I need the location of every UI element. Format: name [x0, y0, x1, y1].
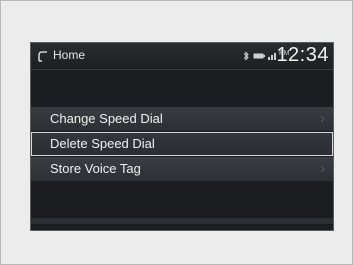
menu-item-label: Change Speed Dial — [50, 111, 163, 126]
phone-icon — [38, 51, 47, 62]
bottom-bar — [31, 218, 333, 224]
battery-icon — [253, 53, 265, 59]
bluetooth-icon — [243, 51, 249, 61]
menu-item-label: Delete Speed Dial — [50, 136, 155, 151]
chevron-right-icon — [320, 165, 325, 173]
header-title[interactable]: Home — [53, 48, 85, 62]
clock-time: 12:34 — [276, 44, 329, 66]
display-screen: Home PM 12:34 Change Speed Dial Delete S… — [30, 42, 334, 231]
menu-item-store-voice-tag[interactable]: Store Voice Tag — [31, 157, 333, 181]
menu-item-change-speed-dial[interactable]: Change Speed Dial — [31, 107, 333, 131]
menu-item-delete-speed-dial[interactable]: Delete Speed Dial — [31, 132, 333, 156]
illustration-frame: Home PM 12:34 Change Speed Dial Delete S… — [0, 0, 353, 265]
chevron-right-icon — [320, 115, 325, 123]
menu-list: Change Speed Dial Delete Speed Dial Stor… — [31, 107, 333, 182]
menu-item-label: Store Voice Tag — [50, 161, 141, 176]
status-bar: Home PM 12:34 — [31, 43, 333, 70]
